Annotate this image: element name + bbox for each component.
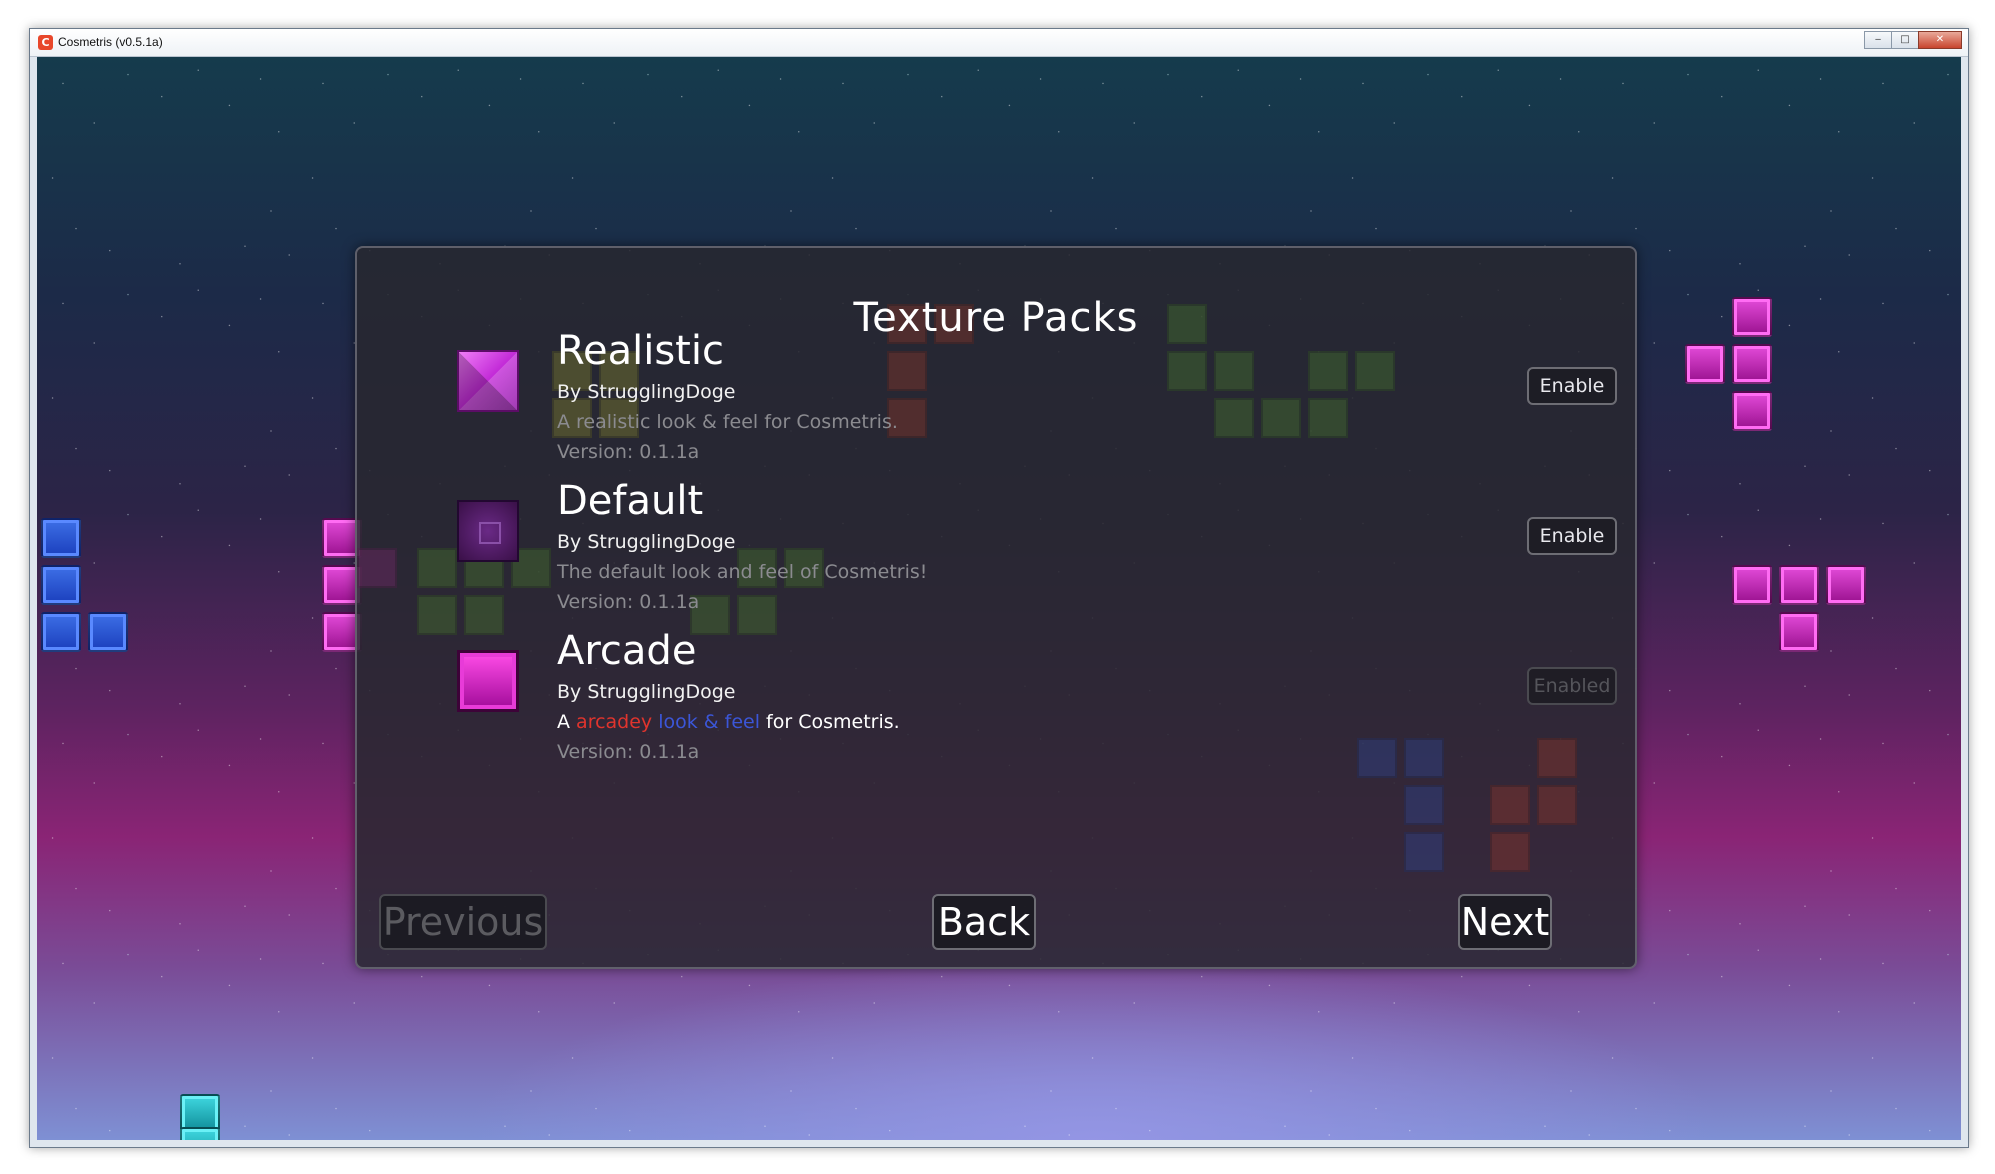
tetromino-block	[1826, 565, 1866, 605]
pack-version: Version: 0.1.1a	[557, 591, 700, 613]
tetromino-block	[1779, 612, 1819, 652]
desc-prefix: A	[557, 711, 577, 733]
texture-pack-item-default: Default By StrugglingDoge The default lo…	[457, 478, 1617, 618]
enable-button-realistic[interactable]: Enable	[1527, 367, 1617, 405]
ghost-block	[417, 548, 457, 588]
texture-packs-panel: Texture Packs Realistic By StrugglingDog…	[355, 246, 1637, 969]
tetromino-block	[88, 612, 128, 652]
texture-pack-item-arcade: Arcade By StrugglingDoge A arcadey look …	[457, 628, 1617, 768]
previous-button[interactable]: Previous	[379, 894, 547, 950]
desc-look-feel: look & feel	[658, 711, 760, 733]
close-icon[interactable]: ✕	[1918, 31, 1962, 49]
pack-description: The default look and feel of Cosmetris!	[557, 561, 928, 583]
maximize-icon[interactable]: □	[1891, 31, 1919, 49]
texture-pack-item-realistic: Realistic By StrugglingDoge A realistic …	[457, 328, 1617, 468]
enable-button-default[interactable]: Enable	[1527, 517, 1617, 555]
tetromino-block	[1732, 565, 1772, 605]
pack-name: Arcade	[557, 628, 697, 674]
pack-author: By StrugglingDoge	[557, 531, 736, 553]
tetromino-block	[41, 518, 81, 558]
pack-description: A arcadey look & feel for Cosmetris.	[557, 710, 900, 734]
desc-arcadey: arcadey	[576, 711, 653, 733]
realistic-pack-preview-icon	[457, 350, 519, 412]
ghost-block	[357, 548, 397, 588]
ghost-block	[1404, 832, 1444, 872]
ghost-block	[417, 595, 457, 635]
game-viewport: Texture Packs Realistic By StrugglingDog…	[37, 57, 1961, 1140]
ghost-block	[1490, 832, 1530, 872]
window-title: Cosmetris (v0.5.1a)	[58, 35, 163, 49]
default-pack-preview-icon	[457, 500, 519, 562]
pack-author: By StrugglingDoge	[557, 681, 736, 703]
ghost-block	[1404, 785, 1444, 825]
pack-name: Realistic	[557, 328, 724, 374]
back-button[interactable]: Back	[932, 894, 1036, 950]
desc-suffix: for Cosmetris.	[760, 711, 900, 733]
pack-version: Version: 0.1.1a	[557, 741, 700, 763]
ghost-block	[1537, 785, 1577, 825]
enabled-button-arcade[interactable]: Enabled	[1527, 667, 1617, 705]
next-button[interactable]: Next	[1458, 894, 1552, 950]
tetromino-block	[1685, 344, 1725, 384]
tetromino-block	[1779, 565, 1819, 605]
tetromino-block	[41, 565, 81, 605]
tetromino-block	[180, 1127, 220, 1140]
pack-author: By StrugglingDoge	[557, 381, 736, 403]
title-bar[interactable]: C Cosmetris (v0.5.1a) ‒ □ ✕	[30, 29, 1968, 57]
pack-version: Version: 0.1.1a	[557, 441, 700, 463]
pack-name: Default	[557, 478, 704, 524]
ghost-block	[1490, 785, 1530, 825]
window-controls: ‒ □ ✕	[1864, 31, 1962, 49]
tetromino-block	[1732, 391, 1772, 431]
app-window: C Cosmetris (v0.5.1a) ‒ □ ✕ Texture Pack…	[29, 28, 1969, 1148]
tetromino-block	[1732, 297, 1772, 337]
app-logo-icon: C	[38, 35, 53, 50]
minimize-icon[interactable]: ‒	[1864, 31, 1892, 49]
tetromino-block	[1732, 344, 1772, 384]
tetromino-block	[41, 612, 81, 652]
arcade-pack-preview-icon	[457, 650, 519, 712]
pack-description: A realistic look & feel for Cosmetris.	[557, 411, 898, 433]
